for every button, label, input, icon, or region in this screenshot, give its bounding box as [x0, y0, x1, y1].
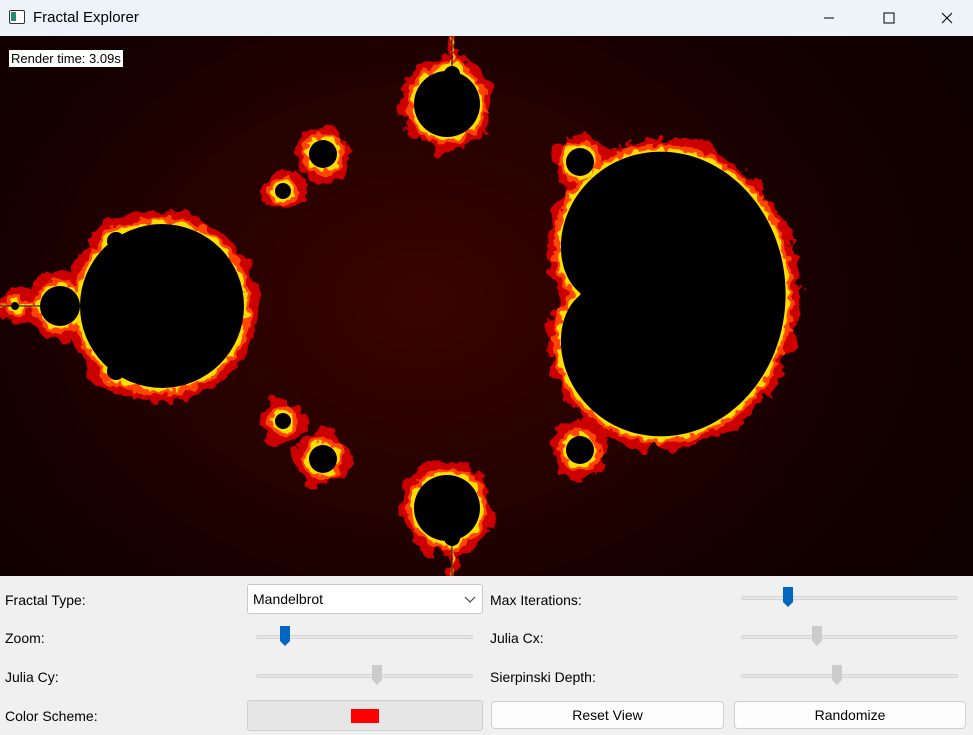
- mandelbrot-set-image: [0, 36, 800, 576]
- max-iterations-slider[interactable]: [741, 586, 958, 610]
- fractal-region: [40, 286, 80, 326]
- minimize-icon: [824, 17, 834, 19]
- julia-cy-slider[interactable]: [256, 664, 473, 688]
- fractal-region: [606, 391, 620, 405]
- fractal-region: [309, 140, 337, 168]
- fractal-region: [414, 71, 480, 137]
- reset-view-button[interactable]: Reset View: [491, 701, 724, 729]
- slider-thumb[interactable]: [371, 664, 383, 686]
- zoom-slider[interactable]: [256, 625, 473, 649]
- slider-thumb[interactable]: [279, 625, 291, 647]
- close-button[interactable]: [919, 0, 973, 36]
- slider-thumb[interactable]: [782, 586, 794, 608]
- color-scheme-label: Color Scheme:: [5, 708, 98, 724]
- fractal-region: [107, 232, 125, 250]
- julia-cx-slider[interactable]: [741, 625, 958, 649]
- slider-thumb[interactable]: [831, 664, 843, 686]
- fractal-region: [275, 413, 291, 429]
- close-icon: [941, 12, 953, 24]
- fractal-region: [309, 445, 337, 473]
- fractal-region: [80, 224, 244, 388]
- fractal-type-label: Fractal Type:: [5, 592, 86, 608]
- fractal-region: [107, 362, 125, 380]
- maximize-button[interactable]: [861, 0, 917, 36]
- randomize-button[interactable]: Randomize: [734, 701, 966, 729]
- fractal-region: [606, 209, 620, 223]
- window-title: Fractal Explorer: [33, 9, 139, 26]
- max-iterations-label: Max Iterations:: [490, 592, 582, 608]
- color-scheme-button[interactable]: [247, 700, 483, 731]
- fractal-canvas[interactable]: [0, 36, 973, 576]
- zoom-label: Zoom:: [5, 630, 45, 646]
- julia-cy-label: Julia Cy:: [5, 669, 59, 685]
- fractal-type-select[interactable]: Mandelbrot: [247, 584, 483, 614]
- fractal-region: [566, 436, 594, 464]
- color-swatch: [351, 709, 379, 723]
- julia-cx-label: Julia Cx:: [490, 630, 544, 646]
- sierpinski-depth-label: Sierpinski Depth:: [490, 669, 596, 685]
- fractal-region: [414, 475, 480, 541]
- slider-thumb[interactable]: [811, 625, 823, 647]
- minimize-button[interactable]: [801, 0, 857, 36]
- app-window-icon: [9, 10, 25, 24]
- sierpinski-depth-slider[interactable]: [741, 664, 958, 688]
- title-bar: Fractal Explorer: [0, 0, 973, 36]
- chevron-down-icon: [464, 596, 476, 603]
- fractal-region: [275, 183, 291, 199]
- maximize-icon: [883, 12, 895, 24]
- render-time-label: Render time: 3.09s: [9, 50, 123, 67]
- fractal-type-value: Mandelbrot: [253, 591, 324, 607]
- fractal-region: [566, 148, 594, 176]
